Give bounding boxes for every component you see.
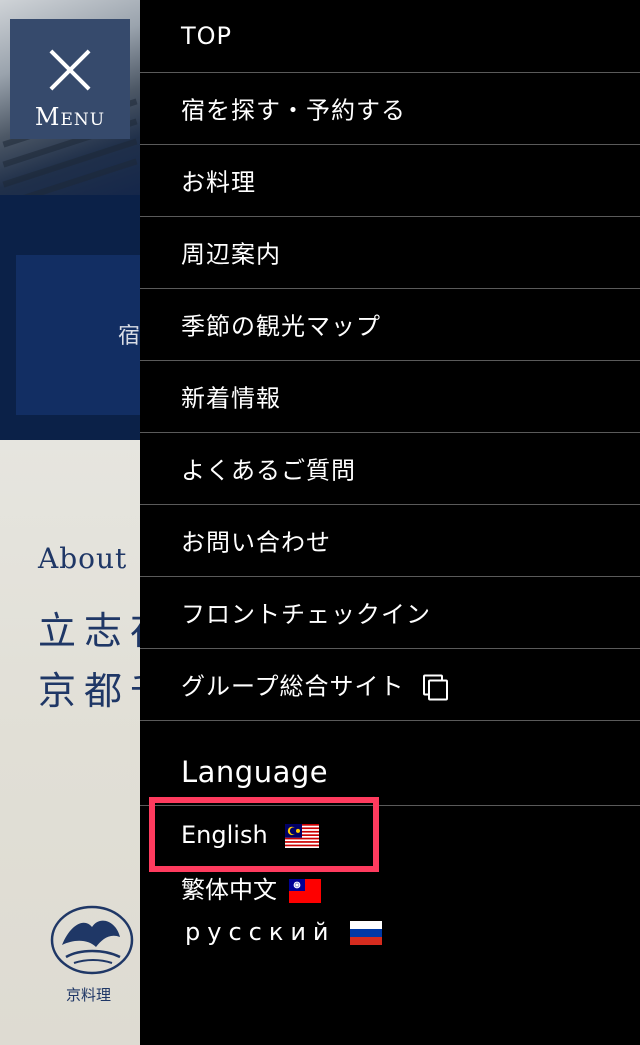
- nav-item-news[interactable]: 新着情報: [140, 360, 640, 433]
- language-option-russian[interactable]: русский: [185, 918, 383, 946]
- nav-item-top[interactable]: TOP: [140, 0, 640, 73]
- about-heading: About: [38, 542, 128, 575]
- nav-item-label: グループ総合サイト: [181, 672, 405, 701]
- nav-item-label: お問い合わせ: [181, 528, 331, 557]
- logo-caption: 京料理: [66, 986, 112, 1004]
- search-card-label: 宿: [118, 324, 141, 349]
- nav-item-label: 季節の観光マップ: [181, 312, 381, 341]
- menu-close-button[interactable]: Menu: [10, 19, 130, 139]
- russia-flag-icon: [350, 921, 383, 945]
- nav-item-label: TOP: [181, 22, 233, 50]
- language-option-traditional-chinese[interactable]: 繁体中文: [181, 870, 321, 905]
- nav-item-label: 新着情報: [181, 384, 281, 413]
- nav-item-group-site[interactable]: グループ総合サイト: [140, 648, 640, 721]
- nav-item-label: よくあるご質問: [181, 456, 356, 485]
- nav-item-search-reserve[interactable]: 宿を探す・予約する: [140, 72, 640, 145]
- language-label: 繁体中文: [181, 876, 277, 904]
- nav-item-faq[interactable]: よくあるご質問: [140, 432, 640, 505]
- nav-item-label: お料理: [181, 168, 256, 197]
- restaurant-logo-icon: [50, 905, 134, 975]
- language-heading: Language: [181, 755, 329, 789]
- language-divider: [140, 805, 640, 806]
- nav-item-contact[interactable]: お問い合わせ: [140, 504, 640, 577]
- menu-label: Menu: [34, 103, 106, 131]
- close-icon: [47, 47, 93, 93]
- external-link-icon: [422, 674, 448, 701]
- language-label: русский: [185, 918, 336, 946]
- navigation-drawer: TOP 宿を探す・予約する お料理 周辺案内 季節の観光マップ 新着情報 よくあ…: [140, 0, 640, 1045]
- nav-item-label: 宿を探す・予約する: [181, 96, 406, 125]
- language-option-english[interactable]: English: [181, 821, 320, 849]
- nav-item-seasonal-map[interactable]: 季節の観光マップ: [140, 288, 640, 361]
- nav-item-cuisine[interactable]: お料理: [140, 144, 640, 217]
- language-label: English: [181, 821, 268, 849]
- malaysia-flag-icon: [285, 824, 320, 848]
- taiwan-flag-icon: [288, 879, 321, 903]
- nav-item-label: フロントチェックイン: [181, 600, 431, 629]
- nav-item-label: 周辺案内: [181, 240, 281, 269]
- nav-item-area-guide[interactable]: 周辺案内: [140, 216, 640, 289]
- nav-item-front-checkin[interactable]: フロントチェックイン: [140, 576, 640, 649]
